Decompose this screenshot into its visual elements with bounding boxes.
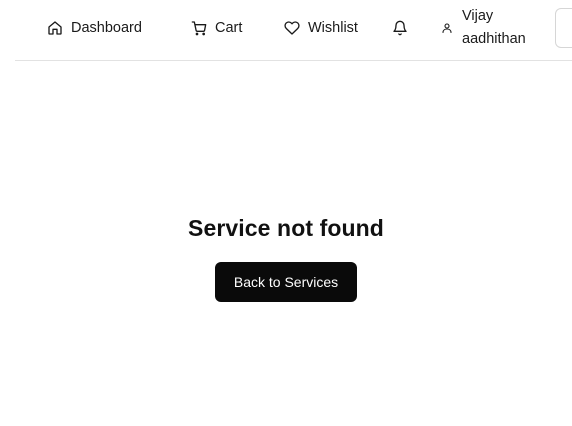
back-to-services-button[interactable]: Back to Services	[215, 262, 357, 302]
navbar-action-button[interactable]	[555, 8, 572, 48]
page-title: Service not found	[188, 215, 384, 241]
user-name-line2: aadhithan	[462, 31, 526, 47]
cart-icon	[191, 20, 207, 36]
user-profile-link[interactable]: Vijay aadhithan	[441, 5, 540, 51]
nav-wishlist-label: Wishlist	[308, 20, 358, 36]
heart-icon	[284, 20, 300, 36]
home-icon	[47, 20, 63, 36]
notifications-button[interactable]	[392, 19, 408, 37]
user-name: Vijay aadhithan	[462, 5, 540, 51]
page: Dashboard Cart Wishlist Vijay aadhithan …	[0, 0, 572, 426]
nav-cart-label: Cart	[215, 20, 243, 36]
bell-icon	[392, 20, 408, 36]
nav-dashboard-link[interactable]: Dashboard	[47, 17, 142, 39]
user-icon	[441, 22, 453, 34]
nav-dashboard-label: Dashboard	[71, 20, 142, 36]
nav-cart-link[interactable]: Cart	[191, 17, 242, 39]
nav-wishlist-link[interactable]: Wishlist	[284, 17, 358, 39]
navbar-divider	[15, 60, 572, 61]
top-navbar: Dashboard Cart Wishlist Vijay aadhithan	[0, 0, 572, 61]
user-name-line1: Vijay	[462, 8, 494, 24]
